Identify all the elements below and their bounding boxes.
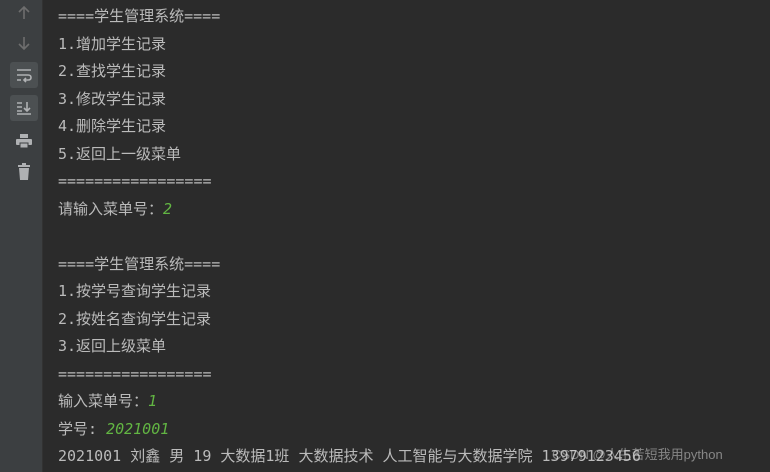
up-button[interactable] — [10, 0, 38, 26]
console-output[interactable]: ====学生管理系统==== 1.增加学生记录 2.查找学生记录 3.修改学生记… — [58, 3, 770, 471]
console-line: 4.删除学生记录 — [58, 117, 167, 135]
prompt-text: 输入菜单号： — [58, 392, 149, 410]
arrow-down-icon — [18, 37, 30, 51]
console-line: 1.增加学生记录 — [58, 34, 167, 53]
print-icon — [16, 134, 32, 149]
console-line: 2.按姓名查询学生记录 — [58, 309, 212, 328]
down-button[interactable] — [10, 30, 38, 56]
watermark: CSDN @人生苦短我用python — [552, 447, 723, 462]
console-line: 学号: 2021001 — [58, 416, 770, 444]
prompt-text: 请输入菜单号： — [58, 199, 164, 218]
console-line: ====学生管理系统==== — [58, 7, 221, 25]
console-toolbar — [0, 0, 43, 472]
print-button[interactable] — [10, 128, 38, 154]
console-line: 1.按学号查询学生记录 — [58, 282, 212, 300]
user-input: 1 — [148, 392, 158, 410]
trash-icon — [18, 163, 30, 180]
run-console-window: ====学生管理系统==== 1.增加学生记录 2.查找学生记录 3.修改学生记… — [0, 0, 770, 472]
scroll-to-end-button[interactable] — [10, 95, 38, 121]
soft-wrap-icon — [17, 69, 32, 83]
console-line: 3.返回上级菜单 — [58, 337, 167, 355]
console-line: 5.返回上一级菜单 — [58, 144, 182, 163]
user-input: 2 — [163, 199, 173, 218]
arrow-up-icon — [18, 5, 30, 19]
console-line: 输入菜单号：1 — [58, 388, 770, 416]
console-line: 2.查找学生记录 — [58, 62, 167, 80]
soft-wrap-button[interactable] — [10, 62, 38, 88]
console-line: 请输入菜单号：2 — [58, 196, 770, 224]
clear-all-button[interactable] — [10, 159, 38, 185]
user-input: 2021001 — [106, 419, 170, 438]
scroll-to-end-icon — [17, 102, 31, 115]
prompt-text: 学号: — [58, 419, 107, 438]
console-line: ================= — [58, 364, 212, 383]
console-line: ====学生管理系统==== — [58, 254, 221, 273]
console-line: 3.修改学生记录 — [58, 89, 167, 108]
console-line: ================= — [58, 172, 212, 190]
